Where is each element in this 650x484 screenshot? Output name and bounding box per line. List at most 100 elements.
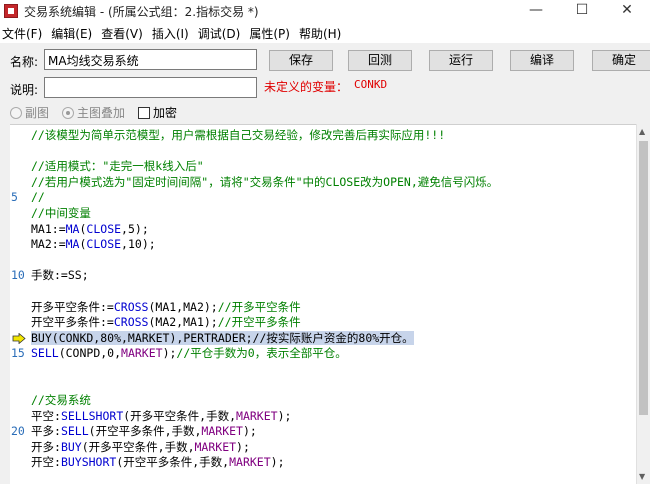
code-line[interactable]: 开空平多条件:=CROSS(MA2,MA1);//开空平多条件 (31, 315, 637, 331)
encrypt-label: 加密 (153, 106, 178, 120)
code-token: 平空: (31, 408, 61, 423)
code-text: BUY(CONKD,80%,MARKET),PERTRADER;//按实际账户资… (31, 330, 414, 345)
sub-chart-option[interactable]: 副图 (10, 104, 49, 121)
code-text: //若用户模式选为"固定时间间隔"，请将"交易条件"中的CLOSE改为OPEN,… (31, 175, 498, 189)
code-line[interactable]: 开多平空条件:=CROSS(MA1,MA2);//开多平空条件 (31, 300, 637, 316)
menu-debug[interactable]: 调试(D) (196, 22, 248, 43)
code-line[interactable] (31, 471, 637, 484)
code-line[interactable]: //若用户模式选为"固定时间间隔"，请将"交易条件"中的CLOSE改为OPEN,… (31, 175, 637, 191)
code-text: //该模型为简单示范模型，用户需根据自己交易经验，修改完善后再实际应用!!! (31, 128, 445, 142)
main-overlay-option[interactable]: 主图叠加 (62, 104, 125, 121)
code-token: MARKET (201, 424, 243, 439)
code-token: (开空平多条件,手数, (116, 455, 230, 470)
confirm-button[interactable]: 确定 (592, 50, 650, 71)
code-line[interactable]: 5 // (11, 190, 637, 206)
maximize-button[interactable]: ☐ (559, 0, 605, 22)
menu-properties[interactable]: 属性(P) (247, 22, 297, 43)
code-token: SELL (60, 424, 89, 439)
code-line[interactable]: //交易系统 (31, 393, 637, 409)
minimize-button[interactable]: — (513, 0, 559, 22)
description-field[interactable] (44, 77, 257, 98)
encrypt-checkbox[interactable] (138, 106, 150, 119)
code-token: //中间变量 (31, 205, 91, 220)
code-token: 开空: (31, 455, 61, 470)
scrollbar-thumb[interactable] (639, 141, 648, 415)
code-token: CROSS (113, 315, 149, 330)
code-text: //适用模式："走完一根k线入后" (31, 159, 204, 173)
code-token: ); (277, 408, 292, 423)
code-line[interactable] (31, 362, 637, 378)
close-button[interactable]: ✕ (604, 0, 650, 22)
line-number: 10 (11, 268, 25, 283)
code-token: MARKET (236, 408, 278, 423)
code-line[interactable]: 20 平多:SELL(开空平多条件,手数,MARKET); (11, 424, 637, 440)
code-token: 开多平空条件:= (31, 299, 114, 314)
code-line[interactable]: //中间变量 (31, 206, 637, 222)
menu-insert[interactable]: 插入(I) (150, 22, 196, 43)
undefined-variable-value: CONKD (354, 78, 388, 91)
code-token: // (31, 190, 45, 205)
code-token: ); (270, 455, 285, 470)
code-token: 手数:=SS; (31, 268, 89, 283)
code-token: //若用户模式选为"固定时间间隔"，请将"交易条件"中的CLOSE改为OPEN,… (31, 174, 499, 189)
name-field[interactable]: MA均线交易系统 (44, 49, 257, 70)
code-token: //交易系统 (31, 393, 91, 408)
code-token: //开空平多条件 (217, 315, 301, 330)
code-text: MA1:=MA(CLOSE,5); (31, 222, 149, 236)
compile-button[interactable]: 编译 (510, 50, 574, 71)
code-line[interactable] (31, 144, 637, 160)
line-number: 15 (11, 346, 25, 361)
code-token: BUY (60, 439, 82, 454)
sub-chart-radio[interactable] (10, 106, 22, 119)
code-text: // (31, 190, 45, 204)
code-token: MARKET (229, 455, 271, 470)
menu-view[interactable]: 查看(V) (99, 22, 150, 43)
code-line[interactable]: //适用模式："走完一根k线入后" (31, 159, 637, 175)
encrypt-option[interactable]: 加密 (138, 104, 177, 121)
main-overlay-label: 主图叠加 (77, 106, 126, 120)
code-line[interactable]: 开空:BUYSHORT(开空平多条件,手数,MARKET); (31, 455, 637, 471)
code-area[interactable]: //该模型为简单示范模型，用户需根据自己交易经验，修改完善后再实际应用!!! //… (11, 128, 637, 484)
code-line[interactable] (31, 284, 637, 300)
main-overlay-radio[interactable] (62, 106, 74, 119)
code-token: CLOSE (86, 237, 122, 252)
title-bar: 交易系统编辑 - (所属公式组：2.指标交易 *) — ☐ ✕ (0, 0, 650, 22)
menu-bar: 文件(F) 编辑(E) 查看(V) 插入(I) 调试(D) 属性(P) 帮助(H… (0, 22, 650, 43)
name-label: 名称: (10, 55, 39, 69)
code-text: MA2:=MA(CLOSE,10); (31, 237, 156, 251)
code-token: (CONPD,0, (58, 346, 122, 361)
code-token: ); (236, 439, 250, 454)
code-line[interactable]: 开多:BUY(开多平空条件,手数,MARKET); (31, 440, 637, 456)
code-line[interactable]: BUY(CONKD,80%,MARKET),PERTRADER;//按实际账户资… (12, 330, 637, 347)
code-token: 平多: (31, 424, 61, 439)
run-button[interactable]: 运行 (429, 50, 493, 71)
backtest-button[interactable]: 回测 (348, 50, 412, 71)
menu-file[interactable]: 文件(F) (0, 22, 49, 43)
code-line[interactable] (31, 253, 637, 269)
code-line[interactable]: MA2:=MA(CLOSE,10); (31, 237, 637, 253)
scroll-down-icon[interactable]: ▼ (639, 472, 645, 481)
line-number: 20 (11, 424, 25, 439)
undefined-variable-label: 未定义的变量： (264, 80, 349, 94)
code-token: MA1:= (31, 221, 66, 236)
code-editor[interactable]: //该模型为简单示范模型，用户需根据自己交易经验，修改完善后再实际应用!!! //… (10, 124, 640, 484)
code-line[interactable]: MA1:=MA(CLOSE,5); (31, 222, 637, 238)
current-line-arrow-icon (12, 332, 26, 344)
line-number: 5 (11, 190, 18, 205)
app-icon (4, 4, 18, 18)
code-line[interactable] (31, 378, 637, 394)
vertical-scrollbar[interactable]: ▲ ▼ (636, 124, 650, 484)
code-token: //适用模式："走完一根k线入后" (31, 159, 204, 174)
scroll-up-icon[interactable]: ▲ (639, 127, 645, 136)
code-line[interactable]: 平空:SELLSHORT(开多平空条件,手数,MARKET); (31, 409, 637, 425)
code-token: MA (65, 221, 80, 236)
code-token: ,5); (121, 221, 149, 236)
code-line[interactable]: 15 SELL(CONPD,0,MARKET);//平仓手数为0，表示全部平仓。 (11, 346, 637, 362)
menu-edit[interactable]: 编辑(E) (49, 22, 99, 43)
code-line[interactable]: 10 手数:=SS; (11, 268, 637, 284)
code-line[interactable]: //该模型为简单示范模型，用户需根据自己交易经验，修改完善后再实际应用!!! (31, 128, 637, 144)
code-token: (开空平多条件,手数, (88, 424, 202, 439)
menu-help[interactable]: 帮助(H) (297, 22, 348, 43)
save-button[interactable]: 保存 (269, 50, 333, 71)
code-token: SELLSHORT (60, 408, 124, 423)
